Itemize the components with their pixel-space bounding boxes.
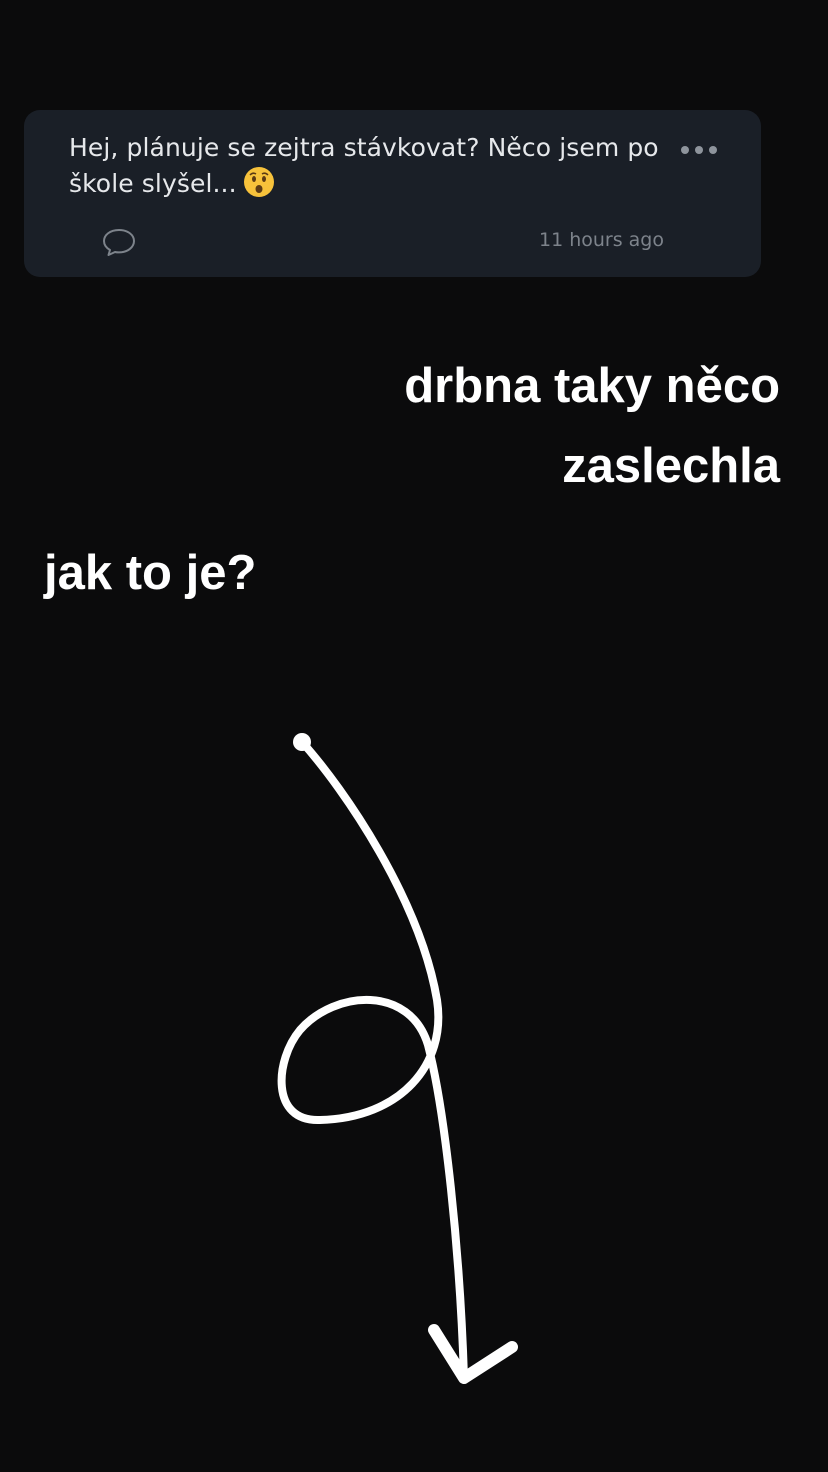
arrow-head [428, 1324, 518, 1384]
arrow-stroke [277, 738, 468, 1382]
hand-drawn-arrow [277, 733, 518, 1384]
